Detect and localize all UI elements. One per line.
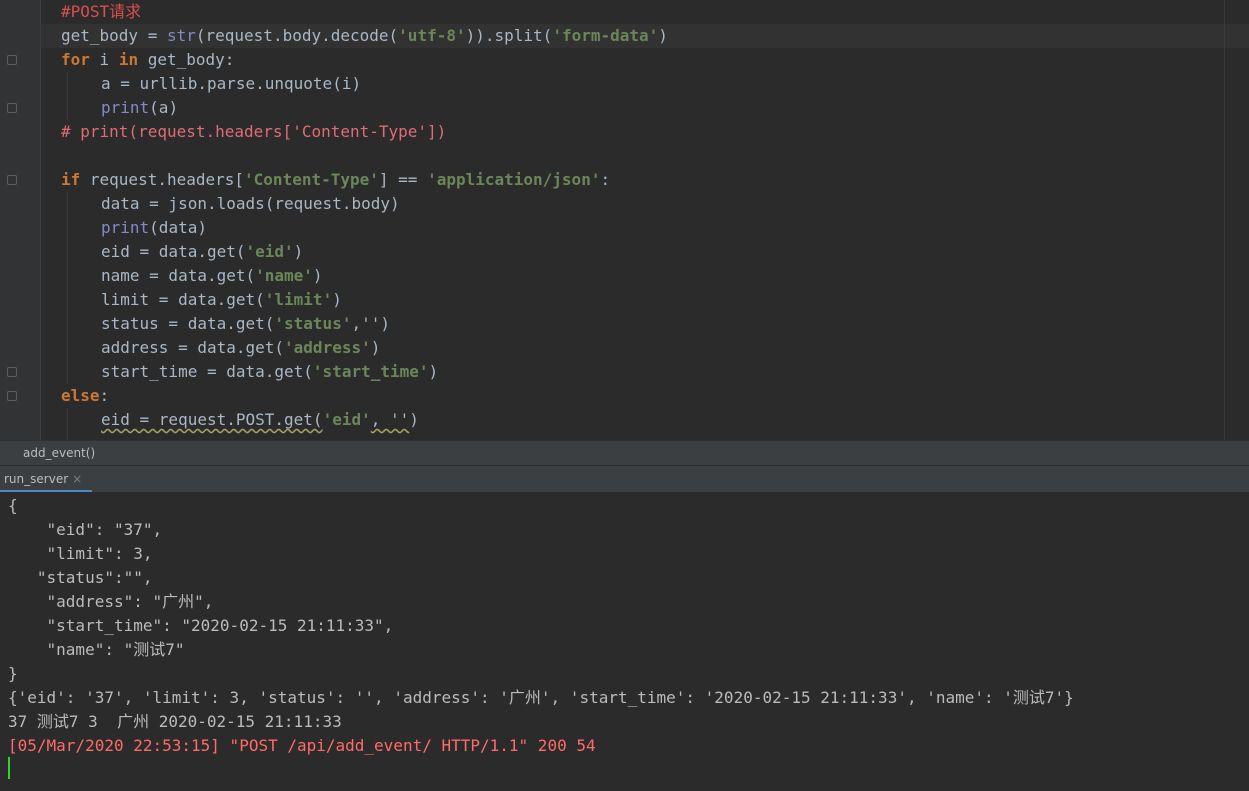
code-editor[interactable]: #POST请求 get_body = str(request.body.deco…	[0, 0, 1249, 440]
code-token: )	[370, 338, 381, 357]
code-token: for	[61, 50, 90, 69]
tab-run-server[interactable]: run_server ×	[0, 466, 93, 493]
code-token: limit = data.get(	[101, 290, 265, 309]
code-line[interactable]: if request.headers['Content-Type'] == 'a…	[61, 168, 668, 192]
code-token: else	[61, 386, 100, 405]
code-token: address = data.get(	[101, 338, 285, 357]
breadcrumb[interactable]: add_event()	[0, 440, 1249, 465]
code-token: print	[101, 218, 150, 237]
code-token: (request.body.decode(	[195, 26, 399, 45]
code-token: 'utf-8'	[398, 26, 466, 45]
code-line[interactable]: for i in get_body:	[61, 48, 668, 72]
fold-marker-icon[interactable]	[7, 103, 17, 113]
code-line[interactable]: name = data.get('name')	[61, 264, 668, 288]
code-line[interactable]: # print(request.headers['Content-Type'])	[61, 120, 668, 144]
right-margin-guide	[1224, 0, 1225, 440]
code-line[interactable]: a = urllib.parse.unquote(i)	[61, 72, 668, 96]
code-token: )	[293, 242, 304, 261]
code-token: a = urllib.parse.unquote(i)	[101, 74, 362, 93]
code-token: get_body:	[138, 50, 235, 69]
code-token: i	[89, 50, 119, 69]
code-line[interactable]: address = data.get('address')	[61, 336, 668, 360]
code-line[interactable]: get_body = str(request.body.decode('utf-…	[61, 24, 668, 48]
code-token: # print(request.headers['Content-Type'])	[61, 122, 447, 141]
fold-marker-icon[interactable]	[7, 175, 17, 185]
code-token: 'eid'	[322, 410, 371, 429]
breadcrumb-item[interactable]: add_event()	[23, 446, 95, 460]
title-comment: #POST请求	[61, 2, 142, 21]
text-caret	[8, 757, 10, 779]
fold-marker-icon[interactable]	[7, 367, 17, 377]
code-token: request.headers[	[80, 170, 245, 189]
code-token: 'form-data'	[552, 26, 659, 45]
console-line: "address": "广州",	[8, 592, 214, 611]
fold-marker-icon[interactable]	[7, 391, 17, 401]
code-token: ] ==	[378, 170, 428, 189]
code-token: , ''	[370, 410, 410, 429]
console-line: "limit": 3,	[8, 544, 153, 563]
code-token: str	[166, 26, 196, 45]
code-line[interactable]: else:	[61, 384, 668, 408]
code-token: )	[658, 26, 668, 45]
console-line: "start_time": "2020-02-15 21:11:33",	[8, 616, 394, 635]
code-line[interactable]: status = data.get('status','')	[61, 312, 668, 336]
code-token: 'address'	[284, 338, 371, 357]
console-line: "eid": "37",	[8, 520, 163, 539]
code-token: (a)	[149, 98, 179, 117]
code-token: if	[61, 170, 81, 189]
code-line[interactable]: print(a)	[61, 96, 668, 120]
code-token: )).split(	[465, 26, 553, 45]
code-line[interactable]: eid = data.get('eid')	[61, 240, 668, 264]
code-token: print	[101, 98, 150, 117]
code-token: 'name'	[255, 266, 313, 285]
code-token: 'limit'	[264, 290, 333, 309]
code-token: data = json.loads(request.body)	[101, 194, 400, 213]
code-token: 'application/json'	[427, 170, 601, 189]
code-token: name = data.get(	[101, 266, 256, 285]
code-token: get_body =	[61, 26, 167, 45]
close-icon[interactable]: ×	[72, 472, 82, 486]
code-token: ,''	[351, 314, 381, 333]
code-line[interactable]: eid = request.POST.get('eid', '')	[61, 408, 668, 432]
fold-marker-icon[interactable]	[7, 55, 17, 65]
console-line: 37 测试7 3 广州 2020-02-15 21:11:33	[8, 712, 342, 731]
code-line[interactable]: limit = data.get('limit')	[61, 288, 668, 312]
code-token: 'start_time'	[312, 362, 429, 381]
console-line: }	[8, 664, 18, 683]
code-token: :	[600, 170, 611, 189]
console-line: {'eid': '37', 'limit': 3, 'status': '', …	[8, 688, 1074, 707]
code-line[interactable]	[61, 144, 668, 168]
code-line[interactable]: data = json.loads(request.body)	[61, 192, 668, 216]
editor-gutter	[0, 0, 41, 440]
code-token: start_time = data.get(	[101, 362, 313, 381]
code-token: 'eid'	[245, 242, 294, 261]
code-token: )	[380, 314, 390, 333]
code-token: )	[332, 290, 342, 309]
code-token: (data)	[149, 218, 207, 237]
code-token: eid = data.get(	[101, 242, 246, 261]
console-line: [05/Mar/2020 22:53:15] "POST /api/add_ev…	[8, 736, 596, 755]
code-token: 'status'	[274, 314, 352, 333]
code-token: status = data.get(	[101, 314, 275, 333]
code-token: :	[99, 386, 110, 405]
code-line[interactable]: start_time = data.get('start_time')	[61, 360, 668, 384]
console-line: "name": "测试7"	[8, 640, 185, 659]
code-line[interactable]: #POST请求	[61, 0, 668, 24]
code-token: )	[409, 410, 419, 429]
code-token: )	[312, 266, 323, 285]
tab-label: run_server	[4, 472, 69, 486]
run-console[interactable]: { "eid": "37", "limit": 3, "status":"", …	[0, 492, 1249, 791]
console-line: {	[8, 496, 18, 515]
code-token: 'Content-Type'	[244, 170, 379, 189]
code-token: in	[118, 50, 139, 69]
code-token: eid = request.POST.get(	[101, 410, 323, 429]
code-area[interactable]: #POST请求 get_body = str(request.body.deco…	[61, 0, 668, 432]
code-token: )	[428, 362, 439, 381]
run-tool-window-tabs: run_server ×	[0, 465, 1249, 493]
code-line[interactable]: print(data)	[61, 216, 668, 240]
console-line: "status":"",	[8, 568, 153, 587]
console-output: { "eid": "37", "limit": 3, "status":"", …	[8, 494, 1074, 758]
